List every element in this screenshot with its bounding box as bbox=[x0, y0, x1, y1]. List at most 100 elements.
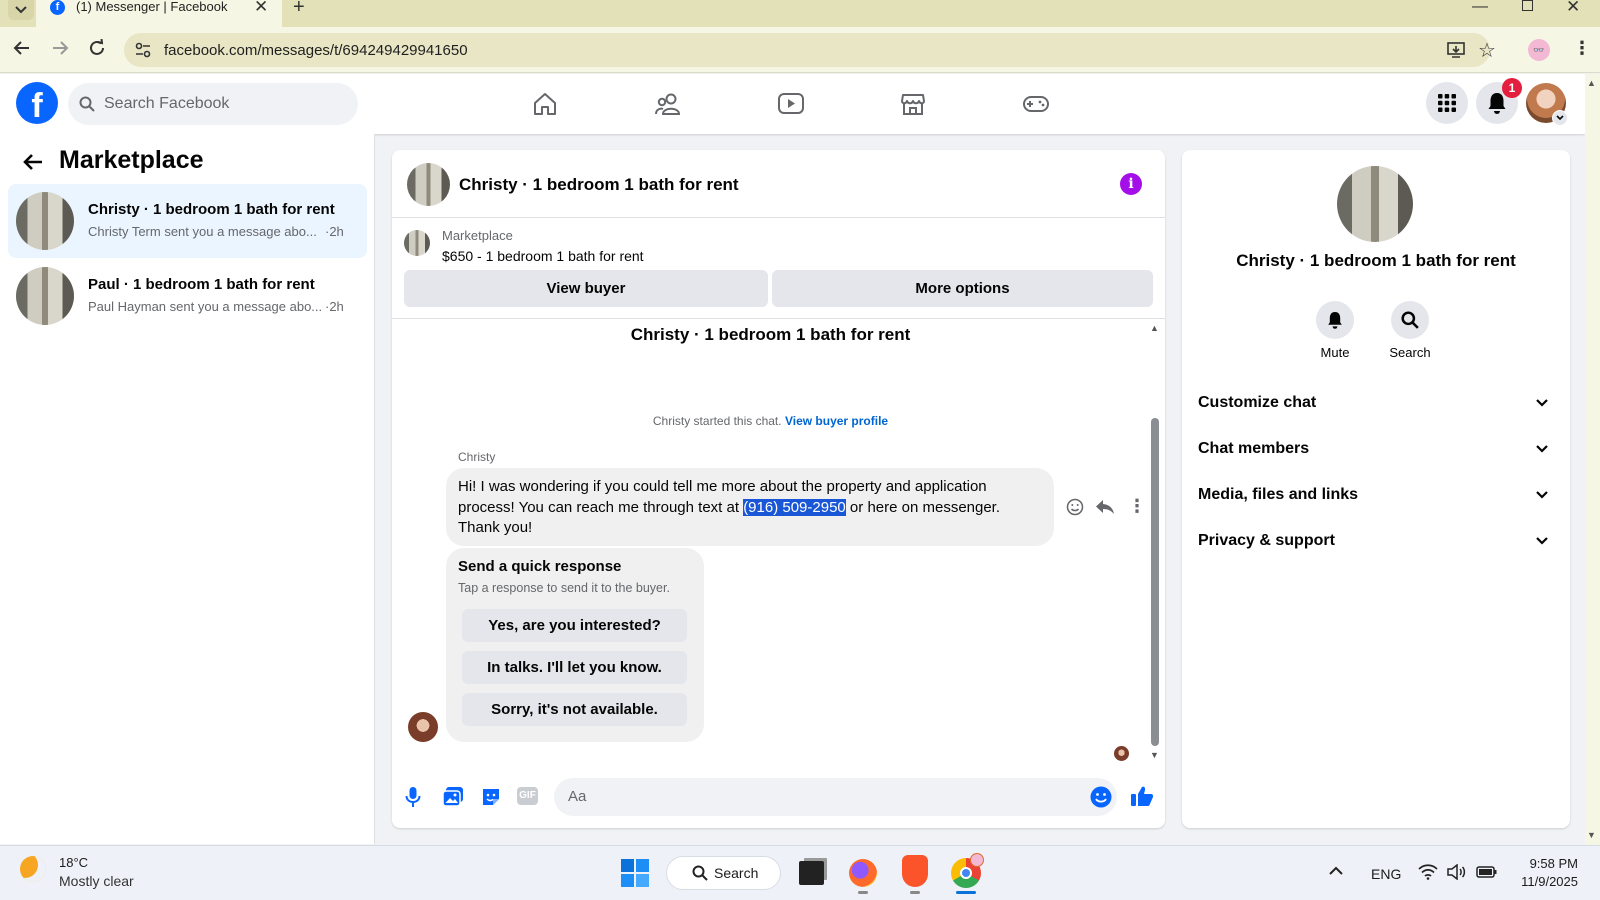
new-tab-icon[interactable]: + bbox=[293, 0, 305, 19]
tab-title: (1) Messenger | Facebook bbox=[76, 0, 228, 14]
bookmark-star-icon[interactable]: ☆ bbox=[1478, 38, 1496, 63]
view-buyer-profile-link[interactable]: View buyer profile bbox=[785, 414, 888, 428]
listing-thumbnail bbox=[16, 267, 74, 325]
minimize-window-icon[interactable]: — bbox=[1472, 0, 1488, 16]
chevron-down-icon bbox=[1536, 445, 1548, 453]
quick-response-title: Send a quick response bbox=[458, 558, 622, 575]
account-chevron-icon[interactable] bbox=[1552, 110, 1568, 126]
grid-icon bbox=[1438, 94, 1456, 112]
scroll-up-icon[interactable]: ▲ bbox=[1150, 323, 1159, 333]
more-options-button[interactable]: More options bbox=[772, 270, 1153, 307]
weather-condition[interactable]: Mostly clear bbox=[59, 873, 134, 889]
show-hidden-icons[interactable] bbox=[1328, 866, 1344, 876]
chevron-down-icon bbox=[1536, 399, 1548, 407]
search-in-chat-button[interactable] bbox=[1391, 301, 1429, 339]
marketplace-icon[interactable] bbox=[900, 91, 926, 117]
chat-started-text: Christy started this chat. bbox=[652, 414, 782, 428]
quick-response-option[interactable]: In talks. I'll let you know. bbox=[462, 651, 687, 684]
weather-moon-icon[interactable] bbox=[20, 856, 46, 882]
close-tab-icon[interactable]: ✕ bbox=[254, 0, 268, 17]
reload-icon[interactable] bbox=[88, 39, 106, 57]
tab-list-dropdown-button[interactable] bbox=[8, 0, 34, 20]
chat-title[interactable]: Christy · 1 bedroom 1 bath for rent bbox=[459, 175, 739, 195]
chat-scrollbar-thumb[interactable] bbox=[1151, 418, 1159, 746]
page-scrollbar[interactable] bbox=[1585, 74, 1600, 845]
mute-button[interactable] bbox=[1316, 301, 1354, 339]
chevron-down-icon bbox=[1536, 491, 1548, 499]
conversation-time: ·2h bbox=[325, 224, 344, 239]
react-emoji-icon[interactable] bbox=[1066, 498, 1084, 516]
menu-grid-button[interactable] bbox=[1426, 82, 1468, 124]
gif-icon[interactable]: GIF bbox=[517, 787, 538, 805]
brave-icon[interactable] bbox=[902, 855, 928, 887]
task-view-icon[interactable] bbox=[799, 861, 824, 885]
back-arrow-icon[interactable] bbox=[12, 38, 32, 58]
firefox-icon[interactable] bbox=[849, 859, 877, 887]
sticker-icon[interactable] bbox=[480, 786, 502, 808]
sender-avatar[interactable] bbox=[408, 712, 438, 742]
chevron-down-icon bbox=[1536, 537, 1548, 545]
thumbs-up-icon[interactable] bbox=[1130, 785, 1154, 807]
search-icon bbox=[692, 865, 708, 881]
quick-response-option[interactable]: Yes, are you interested? bbox=[462, 609, 687, 642]
emoji-icon[interactable] bbox=[1090, 786, 1112, 808]
listing-thumbnail bbox=[404, 230, 430, 256]
section-customize-chat[interactable]: Customize chat bbox=[1192, 390, 1560, 418]
message-input[interactable] bbox=[554, 778, 1117, 816]
conversation-title: Paul · 1 bedroom 1 bath for rent bbox=[88, 276, 315, 293]
microphone-icon[interactable] bbox=[405, 786, 421, 808]
message-input-placeholder: Aa bbox=[568, 788, 587, 805]
reply-icon[interactable] bbox=[1095, 498, 1115, 516]
listing-price-title[interactable]: $650 - 1 bedroom 1 bath for rent bbox=[442, 248, 644, 264]
close-window-icon[interactable]: ✕ bbox=[1566, 0, 1580, 17]
scroll-down-icon[interactable]: ▼ bbox=[1587, 830, 1596, 840]
clock-date[interactable]: 11/9/2025 bbox=[1508, 874, 1578, 889]
video-icon[interactable] bbox=[777, 91, 805, 117]
wifi-icon[interactable] bbox=[1418, 864, 1438, 880]
scroll-up-icon[interactable]: ▲ bbox=[1587, 78, 1596, 88]
view-buyer-button[interactable]: View buyer bbox=[404, 270, 768, 307]
windows-start-icon[interactable] bbox=[621, 859, 649, 887]
input-language[interactable]: ENG bbox=[1371, 866, 1401, 882]
notification-count-badge: 1 bbox=[1502, 78, 1522, 98]
browser-menu-icon[interactable]: ⋮ bbox=[1573, 38, 1591, 59]
taskbar-search-label: Search bbox=[714, 865, 759, 881]
message-phone-highlighted[interactable]: (916) 509-2950 bbox=[743, 498, 846, 516]
running-indicator bbox=[858, 891, 868, 894]
forward-arrow-icon[interactable] bbox=[50, 38, 70, 58]
site-info-icon[interactable] bbox=[134, 41, 152, 59]
listing-source: Marketplace bbox=[442, 228, 513, 243]
more-actions-icon[interactable]: ⋮ bbox=[1128, 496, 1146, 517]
conversation-time: ·2h bbox=[325, 299, 344, 314]
home-icon[interactable] bbox=[532, 91, 558, 117]
clock-time[interactable]: 9:58 PM bbox=[1508, 856, 1578, 871]
profile-avatar-icon[interactable]: 👓 bbox=[1528, 39, 1550, 61]
scroll-down-icon[interactable]: ▼ bbox=[1150, 750, 1159, 760]
volume-icon[interactable] bbox=[1446, 864, 1466, 880]
sender-name: Christy bbox=[458, 450, 496, 464]
search-icon bbox=[79, 96, 95, 112]
info-icon[interactable]: i bbox=[1120, 173, 1142, 195]
photo-icon[interactable] bbox=[442, 786, 464, 808]
quick-response-subtitle: Tap a response to send it to the buyer. bbox=[458, 581, 670, 595]
details-title: Christy · 1 bedroom 1 bath for rent bbox=[1236, 251, 1516, 270]
restore-window-icon[interactable] bbox=[1522, 0, 1533, 11]
chrome-profile-badge bbox=[970, 853, 984, 867]
running-indicator bbox=[910, 891, 920, 894]
friends-icon[interactable] bbox=[654, 91, 682, 117]
back-arrow-icon[interactable] bbox=[22, 152, 44, 172]
section-label: Chat members bbox=[1198, 440, 1310, 457]
battery-icon[interactable] bbox=[1476, 865, 1498, 879]
message-bubble[interactable]: Hi! I was wondering if you could tell me… bbox=[446, 468, 1054, 546]
weather-temperature[interactable]: 18°C bbox=[59, 855, 88, 870]
section-privacy-support[interactable]: Privacy & support bbox=[1192, 528, 1560, 556]
quick-response-option[interactable]: Sorry, it's not available. bbox=[462, 693, 687, 726]
divider bbox=[392, 318, 1165, 319]
facebook-favicon-icon: f bbox=[50, 0, 65, 15]
chevron-down-icon bbox=[15, 6, 27, 14]
gaming-icon[interactable] bbox=[1022, 91, 1050, 117]
install-app-icon[interactable] bbox=[1446, 40, 1466, 60]
section-chat-members[interactable]: Chat members bbox=[1192, 436, 1560, 464]
facebook-logo-icon[interactable]: f bbox=[16, 82, 58, 125]
section-media-files-links[interactable]: Media, files and links bbox=[1192, 482, 1560, 510]
